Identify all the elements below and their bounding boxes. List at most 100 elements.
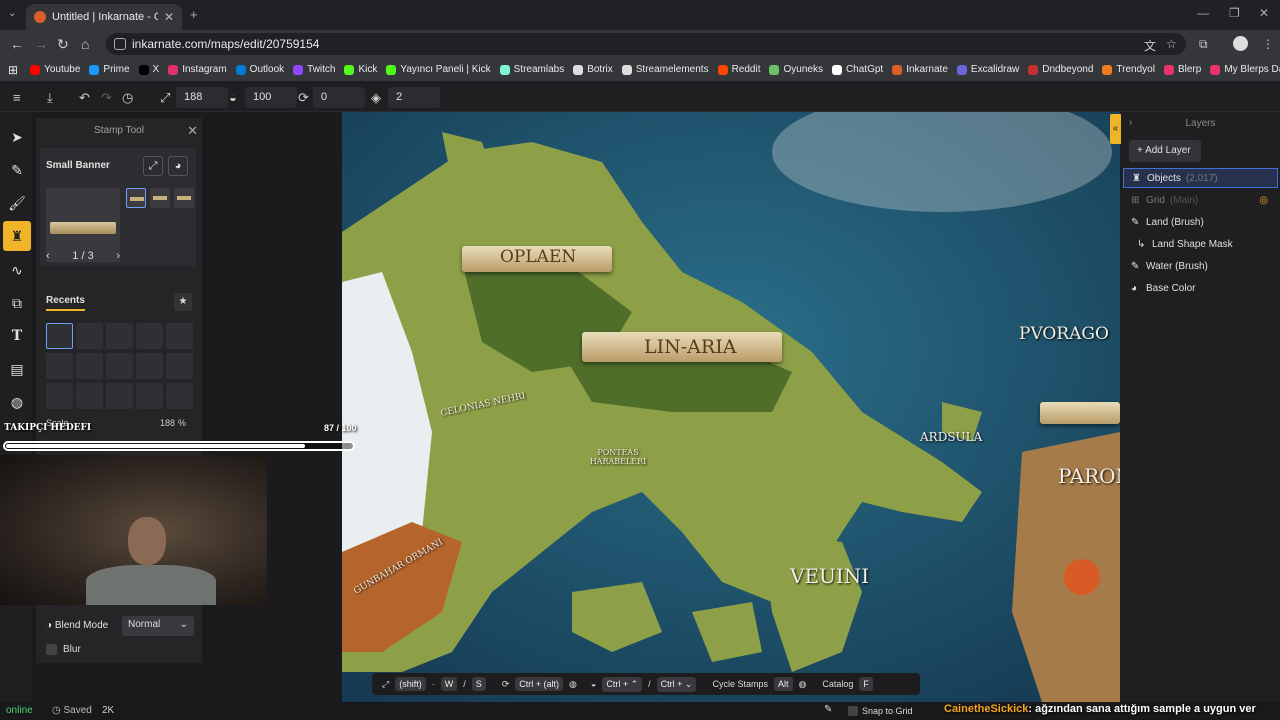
stamp-variant-3[interactable] xyxy=(174,188,194,208)
forward-icon[interactable]: → xyxy=(34,36,48,52)
recent-stamp-thumbnail[interactable] xyxy=(76,323,103,349)
blend-mode-select[interactable]: Normal ⌄ xyxy=(122,616,194,636)
shape-tool-icon[interactable]: ⧉ xyxy=(3,288,31,318)
stamp-variant-1[interactable] xyxy=(126,188,146,208)
expand-icon[interactable]: ⤢ xyxy=(143,156,163,176)
bookmark-item[interactable]: Blerp xyxy=(1163,64,1201,75)
edit-icon[interactable]: ✎ xyxy=(824,704,832,715)
history-icon[interactable]: ◷ xyxy=(122,90,133,106)
bookmark-item[interactable]: My Blerps Dashboard xyxy=(1210,64,1280,75)
brush-tool-icon[interactable]: 🖌 xyxy=(3,188,31,218)
recent-stamp-thumbnail[interactable] xyxy=(46,323,73,349)
layer-water-brush[interactable]: ✎ Water (Brush) xyxy=(1123,256,1278,276)
bookmark-item[interactable]: Kick xyxy=(344,64,377,75)
browser-tab[interactable]: Untitled | Inkarnate - Create Fa ✕ xyxy=(26,4,182,30)
stamp-tool-icon[interactable]: ♜ xyxy=(3,221,31,251)
tab-list-icon[interactable]: ⌄ xyxy=(8,8,16,19)
map-canvas[interactable]: OPLAEN LIN-ARIA PVORAGO ARDSULA PARON VE… xyxy=(342,112,1120,702)
bookmark-item[interactable]: Streamelements xyxy=(621,64,709,75)
bookmark-item[interactable]: Excalidraw xyxy=(956,64,1019,75)
url-input[interactable]: inkarnate.com/maps/edit/20759154 xyxy=(106,33,1186,55)
layer-base-color[interactable]: ◕ Base Color xyxy=(1123,278,1278,298)
recent-stamp-thumbnail[interactable] xyxy=(106,323,133,349)
recent-stamp-thumbnail[interactable] xyxy=(46,383,73,409)
map-label-veuini: VEUINI xyxy=(790,564,870,588)
paron-banner[interactable] xyxy=(1040,402,1120,424)
palette-icon[interactable]: ◕ xyxy=(168,156,188,176)
recent-stamp-thumbnail[interactable] xyxy=(136,383,163,409)
layer-grid[interactable]: ⊞ Grid (Main) ◎ xyxy=(1123,190,1278,210)
notes-tool-icon[interactable]: ▤ xyxy=(3,354,31,384)
bookmark-item[interactable]: Prime xyxy=(89,64,130,75)
home-icon[interactable]: ⌂ xyxy=(81,36,89,52)
close-icon[interactable]: ✕ xyxy=(187,123,198,139)
extensions-icon[interactable]: ⧉ xyxy=(1199,37,1208,52)
export-icon[interactable]: ⤓ xyxy=(47,90,53,106)
bookmark-item[interactable]: ChatGpt xyxy=(831,64,883,75)
recent-stamp-thumbnail[interactable] xyxy=(166,353,193,379)
layer-input[interactable]: 2 xyxy=(388,87,440,108)
size-input[interactable]: 188 xyxy=(176,87,228,108)
favorites-star-icon[interactable]: ★ xyxy=(174,293,192,311)
globe-icon[interactable]: ◍ xyxy=(3,387,31,417)
recent-stamp-thumbnail[interactable] xyxy=(106,353,133,379)
restore-icon[interactable]: ❐ xyxy=(1229,6,1240,20)
recent-stamp-thumbnail[interactable] xyxy=(136,353,163,379)
reload-icon[interactable]: ↻ xyxy=(57,36,69,53)
collapse-layers-icon[interactable]: « xyxy=(1110,114,1121,144)
recent-stamp-thumbnail[interactable] xyxy=(76,353,103,379)
hidden-eye-icon[interactable]: ◎ xyxy=(1259,195,1268,206)
path-tool-icon[interactable]: ∿ xyxy=(3,255,31,285)
bookmark-item[interactable]: Outlook xyxy=(235,64,284,75)
blur-checkbox[interactable] xyxy=(46,644,57,655)
snap-grid-checkbox[interactable] xyxy=(848,706,858,716)
layer-land-shape-mask[interactable]: ↳ Land Shape Mask xyxy=(1123,234,1278,254)
bookmark-item[interactable]: Trendyol xyxy=(1102,64,1155,75)
layer-land-brush[interactable]: ✎ Land (Brush) xyxy=(1123,212,1278,232)
minimize-icon[interactable]: — xyxy=(1197,6,1209,20)
bookmark-item[interactable]: Instagram xyxy=(168,64,227,75)
bookmark-item[interactable]: Reddit xyxy=(717,64,760,75)
land-brush-tool-icon[interactable]: ✎ xyxy=(3,155,31,185)
browser-menu-icon[interactable]: ⋮ xyxy=(1262,37,1274,51)
bookmark-star-icon[interactable]: ☆ xyxy=(1166,37,1177,51)
recent-stamp-thumbnail[interactable] xyxy=(106,383,133,409)
blur-row[interactable]: Blur xyxy=(46,644,81,655)
recent-stamp-thumbnail[interactable] xyxy=(166,383,193,409)
main-menu-icon[interactable]: ≡ xyxy=(13,90,21,105)
recent-stamp-thumbnail[interactable] xyxy=(136,323,163,349)
stamp-variant-2[interactable] xyxy=(150,188,170,208)
new-tab-icon[interactable]: + xyxy=(190,7,198,22)
translate-icon[interactable]: 文 xyxy=(1144,37,1156,54)
prev-icon[interactable]: ‹ xyxy=(46,250,50,262)
bookmark-item[interactable]: Streamlabs xyxy=(499,64,564,75)
bookmark-item[interactable]: Youtube xyxy=(30,64,80,75)
bookmark-item[interactable]: Yayıncı Paneli | Kick xyxy=(386,64,491,75)
recent-stamp-thumbnail[interactable] xyxy=(46,353,73,379)
redo-icon[interactable]: ↷ xyxy=(101,90,112,106)
add-layer-button[interactable]: + Add Layer xyxy=(1129,140,1201,162)
rotation-input[interactable]: 0 xyxy=(313,87,365,108)
close-window-icon[interactable]: ✕ xyxy=(1259,6,1269,20)
text-tool-icon[interactable]: T xyxy=(3,321,31,351)
apps-grid-icon[interactable]: ⊞ xyxy=(8,63,18,77)
site-info-icon[interactable] xyxy=(114,38,126,50)
select-tool-icon[interactable]: ➤ xyxy=(3,122,31,152)
bookmark-item[interactable]: Inkarnate xyxy=(892,64,948,75)
bookmark-item[interactable]: Dndbeyond xyxy=(1028,64,1093,75)
bookmark-item[interactable]: Botrix xyxy=(573,64,613,75)
next-icon[interactable]: › xyxy=(116,250,120,262)
undo-icon[interactable]: ↶ xyxy=(79,90,90,106)
opacity-input[interactable]: 100 xyxy=(245,87,297,108)
bookmark-item[interactable]: Twitch xyxy=(293,64,335,75)
profile-avatar[interactable] xyxy=(1233,36,1248,51)
layer-objects[interactable]: ♜ Objects (2,017) xyxy=(1123,168,1278,188)
back-icon[interactable]: ← xyxy=(10,36,24,52)
bookmark-item[interactable]: Oyuneks xyxy=(769,64,823,75)
recent-stamp-thumbnail[interactable] xyxy=(166,323,193,349)
close-tab-icon[interactable]: ✕ xyxy=(164,10,174,24)
bookmark-item[interactable]: X xyxy=(138,64,159,75)
bookmark-favicon-icon xyxy=(344,64,355,75)
recent-stamp-thumbnail[interactable] xyxy=(76,383,103,409)
recents-tab[interactable]: Recents xyxy=(46,295,85,311)
